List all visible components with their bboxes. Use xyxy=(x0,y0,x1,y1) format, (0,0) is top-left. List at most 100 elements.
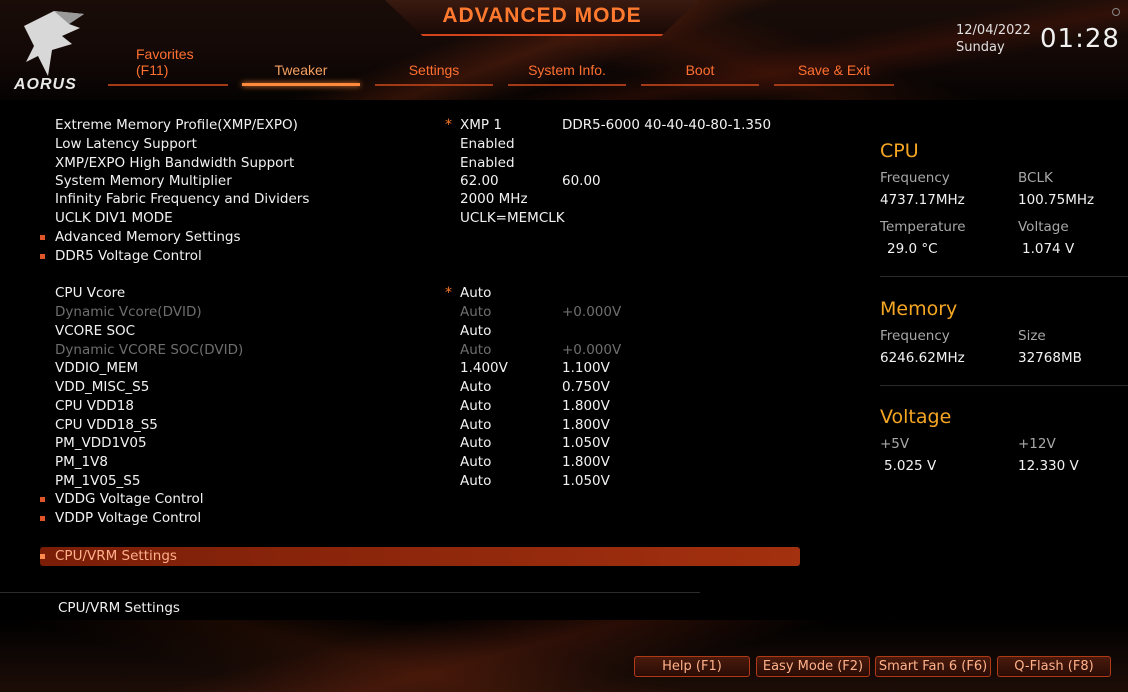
panel-divider xyxy=(880,276,1128,277)
setting-name: Infinity Fabric Frequency and Dividers xyxy=(55,191,310,207)
setting-name: DDR5 Voltage Control xyxy=(55,248,202,264)
setting-name: CPU Vcore xyxy=(55,285,126,301)
tab-underline xyxy=(641,84,759,86)
help-description: CPU/VRM Settings xyxy=(58,600,180,616)
submenu-bullet-icon xyxy=(40,554,45,559)
setting-uclk-div1[interactable]: UCLK DIV1 MODE UCLK=MEMCLK xyxy=(0,209,820,228)
smart-fan-button[interactable]: Smart Fan 6 (F6) xyxy=(875,656,991,677)
setting-value[interactable]: Auto xyxy=(460,284,491,303)
setting-value[interactable]: Enabled xyxy=(460,154,515,173)
setting-info: 1.050V xyxy=(562,473,610,489)
cpu-section-title: CPU xyxy=(880,140,919,162)
setting-name: CPU VDD18 xyxy=(55,398,134,414)
setting-name: Advanced Memory Settings xyxy=(55,229,241,245)
submenu-vddp-voltage[interactable]: VDDP Voltage Control xyxy=(0,509,820,528)
easy-mode-button[interactable]: Easy Mode (F2) xyxy=(756,656,870,677)
setting-value[interactable]: Auto xyxy=(460,378,491,397)
setting-value[interactable]: Auto xyxy=(460,397,491,416)
setting-value[interactable]: Auto xyxy=(460,472,491,491)
setting-info: +0.000V xyxy=(562,342,622,358)
setting-value[interactable]: UCLK=MEMCLK xyxy=(460,209,565,228)
cpu-temperature-label: Temperature xyxy=(880,219,966,235)
setting-value[interactable]: 2000 MHz xyxy=(460,190,528,209)
setting-cpu-vdd18-s5[interactable]: CPU VDD18_S5 Auto 1.800V xyxy=(0,416,820,435)
tab-system-info[interactable]: System Info. xyxy=(508,44,626,88)
setting-pm-1v05-s5[interactable]: PM_1V05_S5 Auto 1.050V xyxy=(0,472,820,491)
tab-settings[interactable]: Settings xyxy=(375,44,493,88)
submenu-ddr5-voltage[interactable]: DDR5 Voltage Control xyxy=(0,247,820,266)
modified-star-icon: * xyxy=(445,285,452,301)
date-text: 12/04/2022 xyxy=(956,23,1031,38)
memory-section-title: Memory xyxy=(880,298,958,320)
voltage-section-title: Voltage xyxy=(880,406,952,428)
submenu-vddg-voltage[interactable]: VDDG Voltage Control xyxy=(0,490,820,509)
cpu-frequency-value: 4737.17MHz xyxy=(880,192,965,208)
setting-value[interactable]: Auto xyxy=(460,434,491,453)
setting-xmp-profile[interactable]: Extreme Memory Profile(XMP/EXPO) * XMP 1… xyxy=(0,116,820,135)
tab-favorites-shortcut: (F11) xyxy=(136,62,169,78)
voltage-12v-value: 12.330 V xyxy=(1018,458,1079,474)
voltage-5v-value: 5.025 V xyxy=(884,458,937,474)
cpu-frequency-label: Frequency xyxy=(880,170,950,186)
setting-low-latency[interactable]: Low Latency Support Enabled xyxy=(0,135,820,154)
cpu-voltage-label: Voltage xyxy=(1018,219,1069,235)
setting-name: PM_1V8 xyxy=(55,454,108,470)
submenu-bullet-icon xyxy=(40,254,45,259)
setting-info: 1.050V xyxy=(562,435,610,451)
setting-vddio-mem[interactable]: VDDIO_MEM 1.400V 1.100V xyxy=(0,359,820,378)
tab-underline xyxy=(108,84,228,86)
setting-cpu-vcore[interactable]: CPU Vcore * Auto xyxy=(0,284,820,303)
setting-info: DDR5-6000 40-40-40-80-1.350 xyxy=(562,117,772,133)
setting-value[interactable]: Auto xyxy=(460,453,491,472)
tab-favorites-label: Favorites xyxy=(136,46,194,62)
help-divider xyxy=(0,592,700,593)
setting-name: VDD_MISC_S5 xyxy=(55,379,150,395)
cpu-bclk-value: 100.75MHz xyxy=(1018,192,1095,208)
setting-pm-1v8[interactable]: PM_1V8 Auto 1.800V xyxy=(0,453,820,472)
tab-underline xyxy=(508,84,626,86)
help-button[interactable]: Help (F1) xyxy=(634,656,750,677)
setting-info: 0.750V xyxy=(562,379,610,395)
setting-name: VDDP Voltage Control xyxy=(55,510,202,526)
setting-memory-multiplier[interactable]: System Memory Multiplier 62.00 60.00 xyxy=(0,172,820,191)
setting-name: CPU/VRM Settings xyxy=(55,548,177,564)
setting-name: Dynamic Vcore(DVID) xyxy=(55,304,202,320)
setting-high-bandwidth[interactable]: XMP/EXPO High Bandwidth Support Enabled xyxy=(0,154,820,173)
voltage-5v-label: +5V xyxy=(880,436,910,452)
gear-icon[interactable] xyxy=(1112,8,1120,16)
tab-tweaker[interactable]: Tweaker xyxy=(242,44,360,88)
memory-frequency-label: Frequency xyxy=(880,328,950,344)
memory-frequency-value: 6246.62MHz xyxy=(880,350,965,366)
setting-value[interactable]: Auto xyxy=(460,322,491,341)
memory-size-value: 32768MB xyxy=(1018,350,1082,366)
clock: 01:28 xyxy=(1040,24,1120,54)
setting-name: Dynamic VCORE SOC(DVID) xyxy=(55,342,244,358)
setting-value[interactable]: Auto xyxy=(460,416,491,435)
setting-value[interactable]: XMP 1 xyxy=(460,116,502,135)
weekday-text: Sunday xyxy=(956,40,1005,55)
setting-value[interactable]: Enabled xyxy=(460,135,515,154)
setting-cpu-vdd18[interactable]: CPU VDD18 Auto 1.800V xyxy=(0,397,820,416)
setting-value: Auto xyxy=(460,342,492,358)
setting-value[interactable]: 1.400V xyxy=(460,359,508,378)
setting-pm-vdd1v05[interactable]: PM_VDD1V05 Auto 1.050V xyxy=(0,434,820,453)
tab-favorites[interactable]: Favorites (F11) xyxy=(108,44,228,88)
setting-dynamic-vcore-soc: Dynamic VCORE SOC(DVID) Auto +0.000V xyxy=(0,341,820,360)
tab-underline xyxy=(774,84,894,86)
setting-vcore-soc[interactable]: VCORE SOC Auto xyxy=(0,322,820,341)
setting-name: XMP/EXPO High Bandwidth Support xyxy=(55,155,295,171)
tab-underline xyxy=(375,84,493,86)
setting-name: VDDIO_MEM xyxy=(55,360,139,376)
tab-boot[interactable]: Boot xyxy=(641,44,759,88)
submenu-advanced-memory[interactable]: Advanced Memory Settings xyxy=(0,228,820,247)
page-title: ADVANCED MODE xyxy=(442,4,642,27)
setting-infinity-fabric[interactable]: Infinity Fabric Frequency and Dividers 2… xyxy=(0,190,820,209)
submenu-cpu-vrm-settings[interactable]: CPU/VRM Settings xyxy=(0,547,820,566)
setting-vdd-misc-s5[interactable]: VDD_MISC_S5 Auto 0.750V xyxy=(0,378,820,397)
tab-save-exit[interactable]: Save & Exit xyxy=(774,44,894,88)
q-flash-button[interactable]: Q-Flash (F8) xyxy=(997,656,1111,677)
setting-value[interactable]: 62.00 xyxy=(460,172,499,191)
memory-size-label: Size xyxy=(1018,328,1046,344)
submenu-bullet-icon xyxy=(40,497,45,502)
date-display: 12/04/2022 Sunday xyxy=(956,22,1031,56)
